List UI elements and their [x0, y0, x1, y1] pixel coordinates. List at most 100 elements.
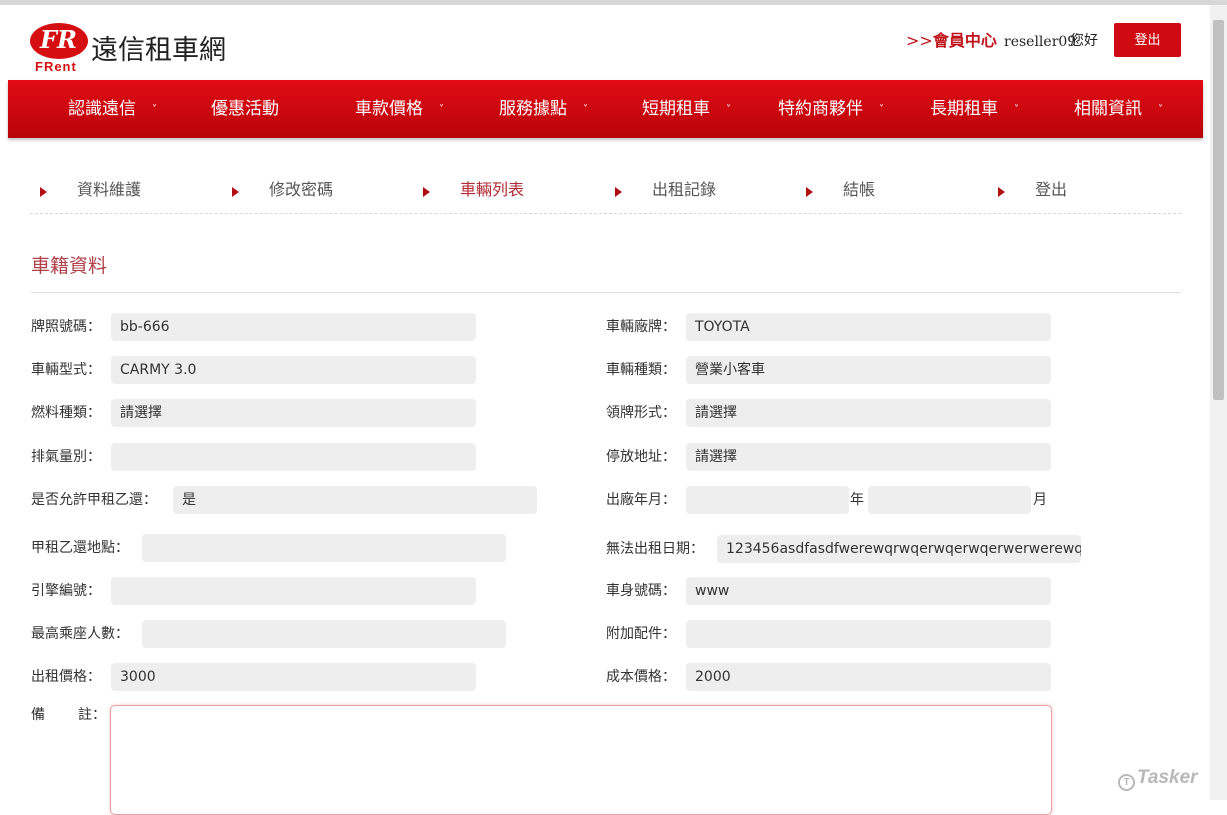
- accessories-field[interactable]: [686, 620, 1051, 648]
- nav-item-about[interactable]: 認識遠信 ˅: [68, 80, 157, 138]
- remarks-label-part1: 備: [31, 707, 45, 723]
- body-number-field[interactable]: www: [686, 577, 1051, 605]
- chevron-down-icon: ˅: [439, 104, 444, 115]
- chevron-down-icon: ˅: [879, 104, 884, 115]
- section-divider: [31, 292, 1181, 293]
- remarks-label-part2: 註：: [78, 707, 106, 723]
- nav-item-prices[interactable]: 車款價格 ˅: [355, 80, 444, 138]
- nav-item-label: 相關資訊: [1074, 99, 1142, 119]
- username: reseller09: [1004, 34, 1077, 50]
- member-center-link[interactable]: >>會員中心: [906, 30, 997, 52]
- model-label: 車輛型式：: [31, 362, 101, 378]
- subnav-change-password[interactable]: 修改密碼: [232, 177, 333, 203]
- triangle-right-icon: [806, 187, 813, 197]
- subnav-label: 資料維護: [77, 180, 142, 199]
- nav-item-label: 特約商夥伴: [778, 99, 863, 119]
- model-field[interactable]: CARMY 3.0: [111, 356, 476, 384]
- remarks-textarea[interactable]: [110, 705, 1052, 815]
- max-passengers-field[interactable]: [142, 620, 506, 648]
- chevron-down-icon: ˅: [1158, 104, 1163, 115]
- accessories-label: 附加配件：: [606, 626, 676, 642]
- nav-item-label: 長期租車: [930, 99, 998, 119]
- chevron-down-icon: ˅: [152, 104, 157, 115]
- scrollbar-thumb[interactable]: [1213, 20, 1224, 400]
- tasker-watermark: T Tasker: [1118, 766, 1198, 791]
- manufacture-date-label: 出廠年月：: [606, 492, 676, 508]
- nav-item-label: 服務據點: [499, 99, 567, 119]
- brand-label: 車輛廠牌：: [606, 319, 676, 335]
- one-way-location-field[interactable]: [142, 534, 506, 562]
- nav-item-label: 優惠活動: [211, 99, 279, 119]
- chevron-down-icon: ˅: [583, 104, 588, 115]
- fuel-type-label: 燃料種類：: [31, 405, 101, 421]
- engine-number-label: 引擎編號：: [31, 583, 101, 599]
- plate-type-select[interactable]: 請選擇: [686, 399, 1051, 427]
- subnav-rental-records[interactable]: 出租記錄: [615, 177, 716, 203]
- triangle-right-icon: [40, 187, 47, 197]
- year-unit: 年: [850, 492, 864, 508]
- displacement-field[interactable]: [111, 443, 476, 471]
- max-passengers-label: 最高乘座人數：: [31, 626, 129, 642]
- logo-subtext: FRent: [35, 59, 77, 74]
- vehicle-type-select[interactable]: 營業小客車: [686, 356, 1051, 384]
- engine-number-field[interactable]: [111, 577, 476, 605]
- triangle-right-icon: [615, 187, 622, 197]
- allow-one-way-select[interactable]: 是: [173, 486, 537, 514]
- nav-item-label: 車款價格: [355, 99, 423, 119]
- subnav-checkout[interactable]: 結帳: [806, 177, 875, 203]
- month-unit: 月: [1033, 492, 1047, 508]
- subnav-profile[interactable]: 資料維護: [40, 177, 141, 203]
- chevron-down-icon: ˅: [726, 104, 731, 115]
- tasker-logo-icon: T: [1118, 774, 1135, 791]
- subnav-label: 登出: [1035, 180, 1068, 199]
- subnav-label: 出租記錄: [652, 180, 717, 199]
- brand-field[interactable]: TOYOTA: [686, 313, 1051, 341]
- chevron-down-icon: ˅: [1014, 104, 1019, 115]
- unavailable-dates-label: 無法出租日期：: [606, 541, 704, 557]
- plate-type-label: 領牌形式：: [606, 405, 676, 421]
- subnav-logout[interactable]: 登出: [998, 177, 1067, 203]
- subnav-vehicle-list[interactable]: 車輛列表: [423, 177, 524, 203]
- main-navbar: 認識遠信 ˅ 優惠活動 車款價格 ˅ 服務據點 ˅ 短期租車 ˅ 特約商夥伴 ˅ 長期租車…: [8, 80, 1203, 138]
- parking-address-select[interactable]: 請選擇: [686, 443, 1051, 471]
- subnav-label: 車輛列表: [460, 180, 525, 199]
- cost-price-field[interactable]: 2000: [686, 663, 1051, 691]
- one-way-location-label: 甲租乙還地點：: [31, 540, 129, 556]
- unavailable-dates-field[interactable]: 123456asdfasdfwerewqrwqerwqerwqerwerwere…: [717, 535, 1081, 563]
- fuel-type-select[interactable]: 請選擇: [111, 399, 476, 427]
- nav-item-long-term[interactable]: 長期租車 ˅: [930, 80, 1019, 138]
- cost-price-label: 成本價格：: [606, 669, 676, 685]
- browser-top-edge: [0, 0, 1227, 5]
- manufacture-month-field[interactable]: [868, 486, 1031, 514]
- nav-item-locations[interactable]: 服務據點 ˅: [499, 80, 588, 138]
- nav-item-partners[interactable]: 特約商夥伴 ˅: [778, 80, 884, 138]
- subnav-label: 結帳: [843, 180, 876, 199]
- triangle-right-icon: [232, 187, 239, 197]
- displacement-label: 排氣量別：: [31, 449, 101, 465]
- nav-item-related-info[interactable]: 相關資訊 ˅: [1074, 80, 1163, 138]
- triangle-right-icon: [998, 187, 1005, 197]
- plate-number-label: 牌照號碼：: [31, 319, 101, 335]
- nav-item-label: 短期租車: [642, 99, 710, 119]
- allow-one-way-label: 是否允許甲租乙還：: [31, 492, 157, 508]
- header-logout-button[interactable]: 登出: [1114, 23, 1181, 57]
- logo-fr-text: FR: [40, 25, 77, 54]
- parking-address-label: 停放地址：: [606, 449, 676, 465]
- subnav-label: 修改密碼: [269, 180, 334, 199]
- watermark-text: Tasker: [1137, 767, 1198, 788]
- rental-price-field[interactable]: 3000: [111, 663, 476, 691]
- vehicle-type-label: 車輛種類：: [606, 362, 676, 378]
- nav-item-label: 認識遠信: [68, 99, 136, 119]
- plate-number-field[interactable]: bb-666: [111, 313, 476, 341]
- nav-item-promotions[interactable]: 優惠活動: [211, 80, 279, 138]
- subnav-divider: [30, 213, 1181, 214]
- nav-item-short-term[interactable]: 短期租車 ˅: [642, 80, 731, 138]
- member-center-label: 會員中心: [932, 31, 997, 50]
- section-title: 車籍資料: [31, 255, 108, 277]
- site-logo[interactable]: FR FRent: [30, 23, 90, 74]
- site-title[interactable]: 遠信租車網: [91, 34, 226, 68]
- manufacture-year-field[interactable]: [686, 486, 849, 514]
- triangle-right-icon: [423, 187, 430, 197]
- greeting-text: 您好: [1070, 33, 1098, 49]
- rental-price-label: 出租價格：: [31, 669, 101, 685]
